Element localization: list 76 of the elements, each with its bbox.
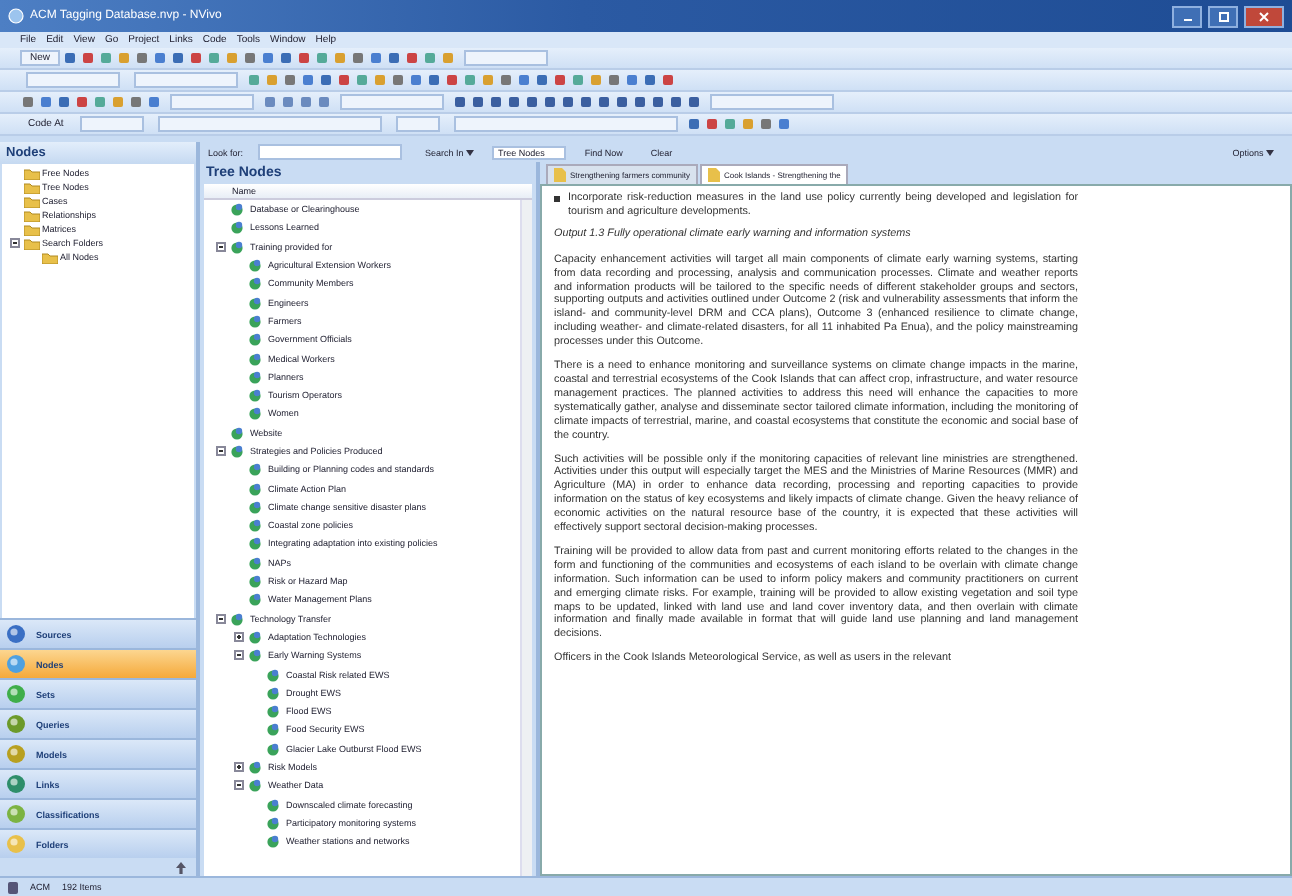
node-icon bbox=[266, 741, 280, 756]
document-icon bbox=[554, 168, 566, 182]
expander-toggle[interactable] bbox=[234, 762, 246, 773]
node-icon bbox=[266, 667, 280, 682]
expander-toggle[interactable] bbox=[234, 631, 246, 642]
node-icon bbox=[248, 388, 262, 403]
expander-toggle[interactable] bbox=[234, 650, 246, 661]
dropdown-field[interactable] bbox=[464, 50, 549, 66]
dropdown-field[interactable] bbox=[79, 116, 144, 132]
caret-icon bbox=[466, 149, 475, 155]
node-icon bbox=[248, 778, 262, 793]
node-icon bbox=[266, 797, 280, 812]
expander-toggle[interactable] bbox=[216, 613, 228, 624]
node-icon bbox=[248, 555, 262, 570]
node-icon bbox=[248, 592, 262, 607]
close-icon bbox=[1258, 11, 1270, 21]
app-icon bbox=[8, 8, 24, 24]
node-icon bbox=[248, 629, 262, 644]
expander-toggle[interactable] bbox=[234, 780, 246, 791]
node-icon bbox=[248, 406, 262, 421]
arrow-up-icon[interactable] bbox=[176, 861, 186, 873]
document-icon bbox=[708, 168, 721, 182]
dropdown-field[interactable] bbox=[157, 116, 382, 132]
circle-icon bbox=[6, 774, 26, 794]
node-icon bbox=[230, 220, 244, 235]
node-icon bbox=[266, 722, 280, 737]
node-icon bbox=[230, 611, 244, 626]
circle-icon bbox=[6, 804, 26, 824]
database-icon bbox=[8, 881, 18, 893]
node-icon bbox=[230, 444, 244, 458]
node-icon bbox=[248, 276, 262, 291]
caret-icon bbox=[1266, 149, 1274, 155]
expander-toggle[interactable] bbox=[216, 241, 228, 252]
expander-toggle[interactable] bbox=[10, 238, 22, 248]
circle-icon bbox=[6, 654, 26, 674]
node-icon bbox=[230, 425, 244, 440]
node-icon bbox=[266, 704, 280, 719]
node-icon bbox=[248, 536, 262, 551]
node-icon bbox=[266, 815, 280, 830]
node-icon bbox=[248, 332, 262, 347]
expander-toggle[interactable] bbox=[216, 446, 228, 456]
node-icon bbox=[230, 239, 244, 254]
node-icon bbox=[266, 685, 280, 700]
dropdown-field[interactable] bbox=[340, 94, 444, 110]
scrollbar[interactable] bbox=[520, 200, 532, 876]
dropdown-field[interactable] bbox=[26, 72, 120, 88]
close-button[interactable] bbox=[1244, 5, 1284, 27]
maximize-icon bbox=[1217, 11, 1229, 21]
node-icon bbox=[248, 295, 262, 310]
dropdown-field[interactable] bbox=[170, 94, 254, 110]
dropdown-field[interactable] bbox=[134, 72, 238, 88]
bullet-icon bbox=[554, 196, 560, 202]
circle-icon bbox=[6, 714, 26, 734]
circle-icon bbox=[6, 744, 26, 764]
minimize-button[interactable] bbox=[1172, 5, 1202, 27]
node-icon bbox=[266, 834, 280, 849]
circle-icon bbox=[6, 684, 26, 704]
circle-icon bbox=[6, 834, 26, 854]
node-icon bbox=[230, 202, 244, 217]
dropdown-field[interactable] bbox=[453, 116, 678, 132]
node-icon bbox=[248, 518, 262, 533]
node-icon bbox=[248, 481, 262, 496]
dropdown-field[interactable] bbox=[395, 116, 440, 132]
node-icon bbox=[248, 351, 262, 366]
node-icon bbox=[248, 258, 262, 273]
node-icon bbox=[248, 313, 262, 328]
node-icon bbox=[248, 760, 262, 775]
circle-icon bbox=[6, 624, 26, 644]
node-icon bbox=[248, 369, 262, 384]
node-icon bbox=[248, 499, 262, 514]
node-icon bbox=[248, 574, 262, 589]
look-for-field[interactable] bbox=[257, 144, 402, 160]
dropdown-field[interactable] bbox=[710, 94, 834, 110]
node-icon bbox=[248, 462, 262, 477]
maximize-button[interactable] bbox=[1208, 5, 1238, 27]
node-icon bbox=[248, 648, 262, 663]
